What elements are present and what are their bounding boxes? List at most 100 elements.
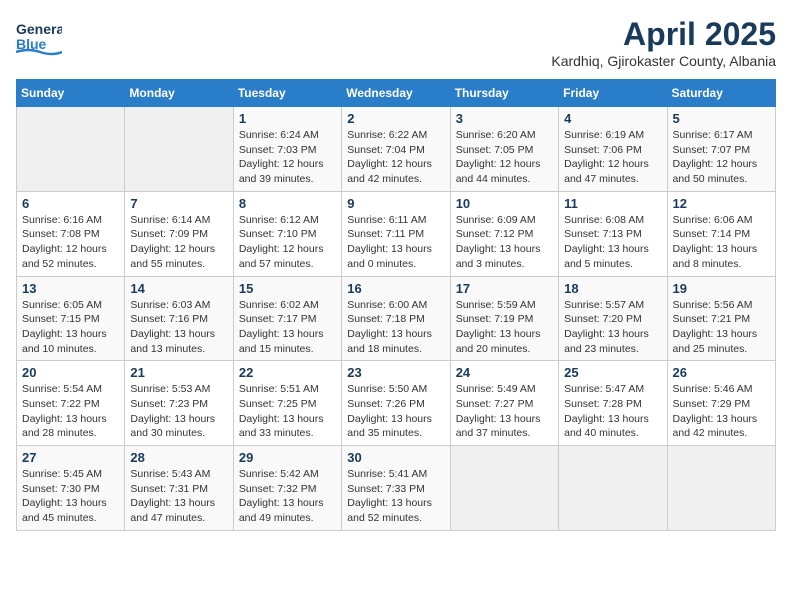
calendar-cell: 24 Sunrise: 5:49 AM Sunset: 7:27 PM Dayli… — [450, 361, 558, 446]
day-number: 24 — [456, 365, 553, 380]
calendar-cell: 10 Sunrise: 6:09 AM Sunset: 7:12 PM Dayli… — [450, 191, 558, 276]
day-info: Sunrise: 6:24 AM Sunset: 7:03 PM Dayligh… — [239, 128, 336, 187]
day-number: 11 — [564, 196, 661, 211]
weekday-header-tuesday: Tuesday — [233, 80, 341, 107]
day-number: 2 — [347, 111, 444, 126]
day-number: 21 — [130, 365, 227, 380]
calendar-week-3: 13 Sunrise: 6:05 AM Sunset: 7:15 PM Dayli… — [17, 276, 776, 361]
weekday-header-friday: Friday — [559, 80, 667, 107]
day-number: 13 — [22, 281, 119, 296]
day-info: Sunrise: 6:09 AM Sunset: 7:12 PM Dayligh… — [456, 213, 553, 272]
day-info: Sunrise: 6:05 AM Sunset: 7:15 PM Dayligh… — [22, 298, 119, 357]
day-info: Sunrise: 6:08 AM Sunset: 7:13 PM Dayligh… — [564, 213, 661, 272]
day-number: 27 — [22, 450, 119, 465]
day-number: 6 — [22, 196, 119, 211]
day-info: Sunrise: 5:46 AM Sunset: 7:29 PM Dayligh… — [673, 382, 770, 441]
day-info: Sunrise: 5:43 AM Sunset: 7:31 PM Dayligh… — [130, 467, 227, 526]
day-number: 18 — [564, 281, 661, 296]
weekday-header-saturday: Saturday — [667, 80, 775, 107]
title-section: April 2025 Kardhiq, Gjirokaster County, … — [551, 16, 776, 69]
weekday-header-wednesday: Wednesday — [342, 80, 450, 107]
day-info: Sunrise: 6:12 AM Sunset: 7:10 PM Dayligh… — [239, 213, 336, 272]
calendar-cell: 27 Sunrise: 5:45 AM Sunset: 7:30 PM Dayli… — [17, 446, 125, 531]
day-info: Sunrise: 5:57 AM Sunset: 7:20 PM Dayligh… — [564, 298, 661, 357]
day-number: 3 — [456, 111, 553, 126]
calendar-week-4: 20Sunrise: 5:54 AM Sunset: 7:22 PM Dayli… — [17, 361, 776, 446]
calendar-cell: 12 Sunrise: 6:06 AM Sunset: 7:14 PM Dayli… — [667, 191, 775, 276]
calendar-cell: 23Sunrise: 5:50 AM Sunset: 7:26 PM Dayli… — [342, 361, 450, 446]
calendar-week-2: 6 Sunrise: 6:16 AM Sunset: 7:08 PM Daylig… — [17, 191, 776, 276]
day-number: 8 — [239, 196, 336, 211]
day-info: Sunrise: 5:42 AM Sunset: 7:32 PM Dayligh… — [239, 467, 336, 526]
calendar-header-row: SundayMondayTuesdayWednesdayThursdayFrid… — [17, 80, 776, 107]
calendar-cell: 28Sunrise: 5:43 AM Sunset: 7:31 PM Dayli… — [125, 446, 233, 531]
calendar-cell — [667, 446, 775, 531]
day-info: Sunrise: 5:41 AM Sunset: 7:33 PM Dayligh… — [347, 467, 444, 526]
calendar-cell — [17, 107, 125, 192]
weekday-header-thursday: Thursday — [450, 80, 558, 107]
calendar-cell: 7 Sunrise: 6:14 AM Sunset: 7:09 PM Daylig… — [125, 191, 233, 276]
calendar-week-1: 1 Sunrise: 6:24 AM Sunset: 7:03 PM Daylig… — [17, 107, 776, 192]
day-info: Sunrise: 6:02 AM Sunset: 7:17 PM Dayligh… — [239, 298, 336, 357]
day-number: 22 — [239, 365, 336, 380]
calendar-cell: 18 Sunrise: 5:57 AM Sunset: 7:20 PM Dayli… — [559, 276, 667, 361]
calendar-cell: 25 Sunrise: 5:47 AM Sunset: 7:28 PM Dayli… — [559, 361, 667, 446]
calendar-table: SundayMondayTuesdayWednesdayThursdayFrid… — [16, 79, 776, 531]
day-number: 5 — [673, 111, 770, 126]
day-info: Sunrise: 6:11 AM Sunset: 7:11 PM Dayligh… — [347, 213, 444, 272]
day-info: Sunrise: 6:16 AM Sunset: 7:08 PM Dayligh… — [22, 213, 119, 272]
day-info: Sunrise: 6:03 AM Sunset: 7:16 PM Dayligh… — [130, 298, 227, 357]
day-number: 26 — [673, 365, 770, 380]
day-number: 25 — [564, 365, 661, 380]
day-info: Sunrise: 6:17 AM Sunset: 7:07 PM Dayligh… — [673, 128, 770, 187]
calendar-cell: 8 Sunrise: 6:12 AM Sunset: 7:10 PM Daylig… — [233, 191, 341, 276]
day-number: 19 — [673, 281, 770, 296]
calendar-cell: 13 Sunrise: 6:05 AM Sunset: 7:15 PM Dayli… — [17, 276, 125, 361]
calendar-cell: 26 Sunrise: 5:46 AM Sunset: 7:29 PM Dayli… — [667, 361, 775, 446]
calendar-cell — [125, 107, 233, 192]
day-info: Sunrise: 5:47 AM Sunset: 7:28 PM Dayligh… — [564, 382, 661, 441]
calendar-cell: 16Sunrise: 6:00 AM Sunset: 7:18 PM Dayli… — [342, 276, 450, 361]
day-info: Sunrise: 5:50 AM Sunset: 7:26 PM Dayligh… — [347, 382, 444, 441]
day-number: 10 — [456, 196, 553, 211]
day-info: Sunrise: 6:14 AM Sunset: 7:09 PM Dayligh… — [130, 213, 227, 272]
day-info: Sunrise: 5:45 AM Sunset: 7:30 PM Dayligh… — [22, 467, 119, 526]
location: Kardhiq, Gjirokaster County, Albania — [551, 53, 776, 69]
weekday-header-sunday: Sunday — [17, 80, 125, 107]
day-number: 7 — [130, 196, 227, 211]
calendar-cell: 19Sunrise: 5:56 AM Sunset: 7:21 PM Dayli… — [667, 276, 775, 361]
day-number: 12 — [673, 196, 770, 211]
calendar-week-5: 27 Sunrise: 5:45 AM Sunset: 7:30 PM Dayli… — [17, 446, 776, 531]
calendar-cell: 11 Sunrise: 6:08 AM Sunset: 7:13 PM Dayli… — [559, 191, 667, 276]
day-info: Sunrise: 6:00 AM Sunset: 7:18 PM Dayligh… — [347, 298, 444, 357]
calendar-cell: 3Sunrise: 6:20 AM Sunset: 7:05 PM Daylig… — [450, 107, 558, 192]
day-info: Sunrise: 6:06 AM Sunset: 7:14 PM Dayligh… — [673, 213, 770, 272]
calendar-cell: 14 Sunrise: 6:03 AM Sunset: 7:16 PM Dayli… — [125, 276, 233, 361]
logo-icon: General Blue — [16, 16, 62, 56]
calendar-cell — [450, 446, 558, 531]
calendar-cell: 30 Sunrise: 5:41 AM Sunset: 7:33 PM Dayli… — [342, 446, 450, 531]
calendar-cell: 5 Sunrise: 6:17 AM Sunset: 7:07 PM Daylig… — [667, 107, 775, 192]
day-number: 1 — [239, 111, 336, 126]
calendar-cell: 17 Sunrise: 5:59 AM Sunset: 7:19 PM Dayli… — [450, 276, 558, 361]
day-number: 17 — [456, 281, 553, 296]
calendar-cell: 1 Sunrise: 6:24 AM Sunset: 7:03 PM Daylig… — [233, 107, 341, 192]
calendar-cell: 29 Sunrise: 5:42 AM Sunset: 7:32 PM Dayli… — [233, 446, 341, 531]
day-number: 29 — [239, 450, 336, 465]
page-header: General Blue April 2025 Kardhiq, Gjiroka… — [16, 16, 776, 69]
day-number: 15 — [239, 281, 336, 296]
month-title: April 2025 — [551, 16, 776, 53]
day-info: Sunrise: 5:49 AM Sunset: 7:27 PM Dayligh… — [456, 382, 553, 441]
day-number: 30 — [347, 450, 444, 465]
calendar-cell: 9 Sunrise: 6:11 AM Sunset: 7:11 PM Daylig… — [342, 191, 450, 276]
weekday-header-monday: Monday — [125, 80, 233, 107]
logo-svg: General Blue — [16, 16, 62, 56]
svg-text:General: General — [16, 21, 62, 37]
day-info: Sunrise: 5:59 AM Sunset: 7:19 PM Dayligh… — [456, 298, 553, 357]
day-number: 14 — [130, 281, 227, 296]
day-info: Sunrise: 5:51 AM Sunset: 7:25 PM Dayligh… — [239, 382, 336, 441]
calendar-cell: 15 Sunrise: 6:02 AM Sunset: 7:17 PM Dayli… — [233, 276, 341, 361]
logo: General Blue — [16, 16, 62, 56]
day-number: 9 — [347, 196, 444, 211]
day-number: 4 — [564, 111, 661, 126]
